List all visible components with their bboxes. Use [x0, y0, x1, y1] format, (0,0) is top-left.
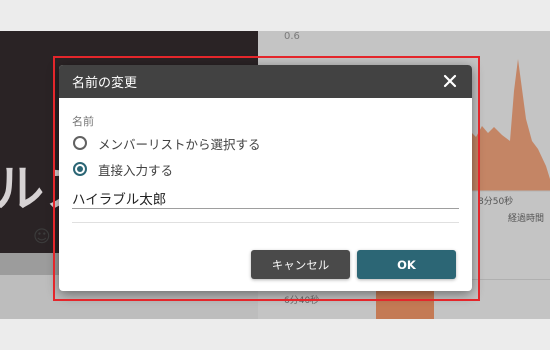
chart-axis-title: 経過時間	[508, 214, 545, 224]
radio-button-unchecked[interactable]	[73, 136, 87, 150]
radio-label-member-list: メンバーリストから選択する	[98, 136, 261, 152]
smile-icon[interactable]: ☺	[33, 227, 51, 247]
name-section-label: 名前	[72, 115, 94, 128]
dialog-header: 名前の変更	[59, 65, 472, 98]
name-input[interactable]	[72, 187, 459, 209]
close-icon[interactable]	[442, 73, 458, 89]
radio-select-from-member-list[interactable]: メンバーリストから選択する	[73, 134, 261, 152]
radio-direct-input[interactable]: 直接入力する	[73, 160, 173, 178]
cancel-button[interactable]: キャンセル	[251, 250, 350, 279]
radio-button-checked[interactable]	[73, 162, 87, 176]
chart-axis-top-label: 0.6	[284, 31, 300, 42]
rename-dialog: 名前の変更 名前 メンバーリストから選択する 直接入力する キャンセル OK	[59, 65, 472, 291]
chart-time-label: 8分50秒	[478, 197, 514, 207]
radio-label-direct-input: 直接入力する	[98, 162, 174, 178]
dialog-divider	[72, 222, 459, 223]
dialog-title: 名前の変更	[72, 76, 138, 91]
ok-button[interactable]: OK	[357, 250, 456, 279]
chart-time-label-lower: 6分40秒	[284, 296, 320, 306]
chart-bar	[376, 289, 434, 319]
